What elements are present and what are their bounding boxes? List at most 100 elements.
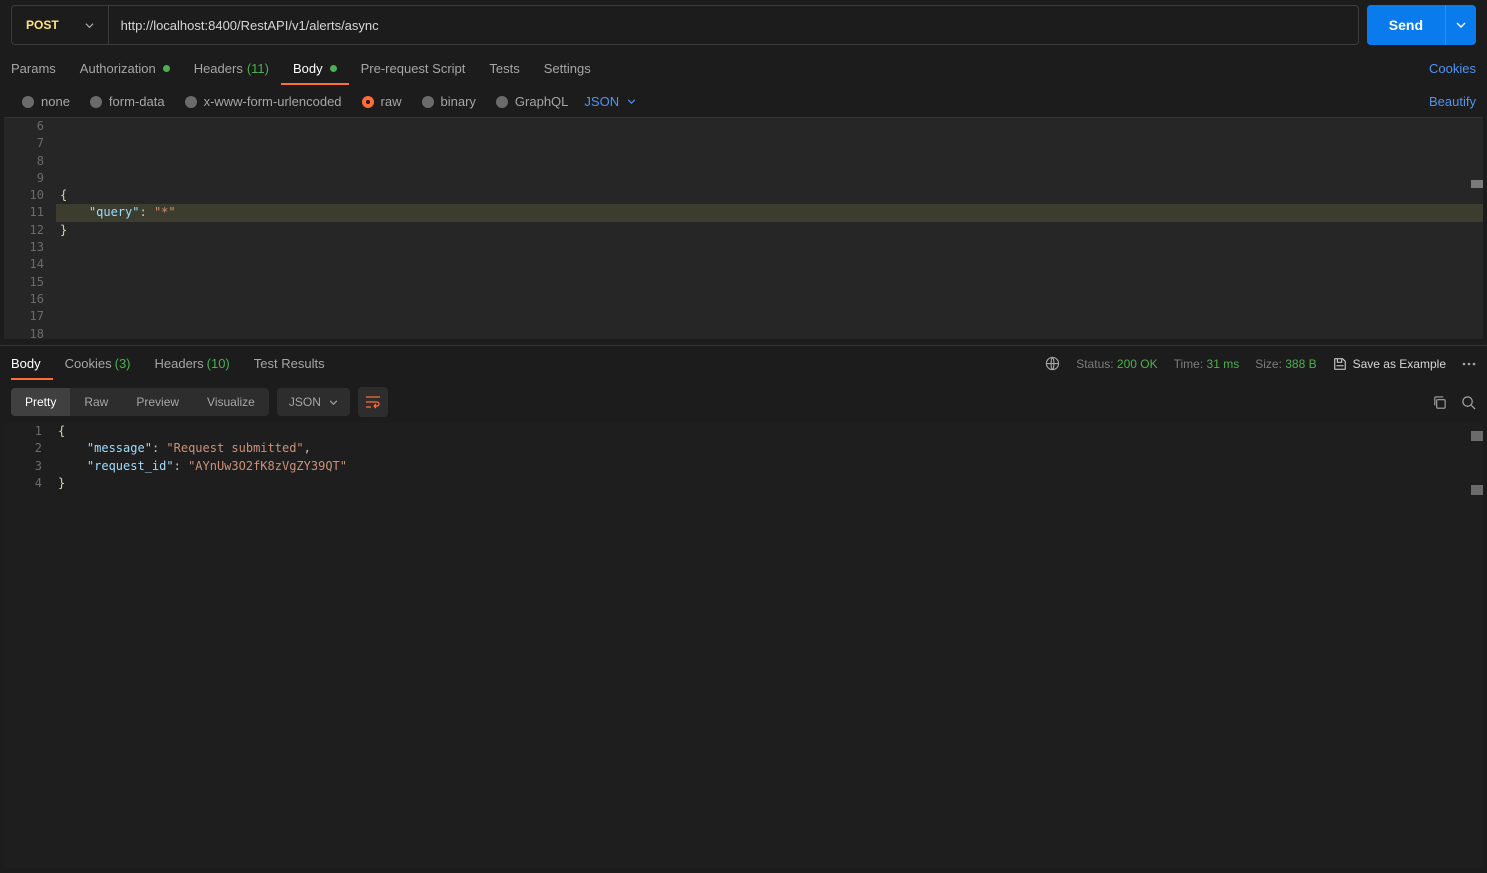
radio-icon [185,96,197,108]
response-format-select[interactable]: JSON [277,388,350,416]
code-punct: : [152,441,166,455]
send-button-group: Send [1367,5,1476,45]
code-indent [58,441,87,455]
response-format-label: JSON [289,395,321,409]
save-example-label: Save as Example [1353,357,1446,371]
code-brace: } [58,476,65,490]
code-area[interactable]: { "message": "Request submitted", "reque… [54,423,1483,868]
tab-headers[interactable]: Headers (11) [182,52,281,85]
url-input[interactable] [109,6,1358,44]
body-type-binary[interactable]: binary [422,94,476,109]
view-pretty[interactable]: Pretty [11,388,70,416]
chevron-down-icon [627,99,636,104]
chevron-down-icon [85,21,94,30]
view-visualize[interactable]: Visualize [193,388,269,416]
line-number: 4 [4,475,42,492]
send-options-button[interactable] [1445,5,1476,45]
copy-icon [1432,395,1447,410]
line-number: 17 [4,308,44,325]
http-method-label: POST [26,18,59,32]
resp-tab-headers-label: Headers [155,356,204,371]
resp-tab-cookies-label: Cookies [65,356,112,371]
body-type-formdata[interactable]: form-data [90,94,165,109]
line-number: 7 [4,135,44,152]
body-format-select[interactable]: JSON [584,94,636,109]
resp-tab-headers-count: (10) [207,356,230,371]
code-brace: { [60,188,67,202]
beautify-button[interactable]: Beautify [1429,94,1476,109]
more-options-button[interactable] [1462,362,1476,366]
status-value: 200 OK [1117,357,1158,371]
http-method-select[interactable]: POST [12,6,109,44]
tab-params[interactable]: Params [11,52,68,85]
tab-body[interactable]: Body [281,52,349,85]
view-raw[interactable]: Raw [70,388,122,416]
tab-body-label: Body [293,61,323,76]
body-type-xwww[interactable]: x-www-form-urlencoded [185,94,342,109]
chevron-down-icon [1456,22,1466,28]
code-indent [60,205,89,219]
line-gutter: 1 2 3 4 [4,423,54,868]
code-key: "message" [87,441,152,455]
response-body-editor[interactable]: 1 2 3 4 { "message": "Request submitted"… [4,423,1483,868]
tab-tests[interactable]: Tests [477,52,531,85]
view-preview[interactable]: Preview [122,388,193,416]
body-type-none-label: none [41,94,70,109]
line-number: 15 [4,274,44,291]
dots-icon [1462,362,1476,366]
line-number: 8 [4,153,44,170]
code-punct: , [304,441,311,455]
status-label: Status: [1076,357,1113,371]
tab-authorization[interactable]: Authorization [68,52,182,85]
cookies-link[interactable]: Cookies [1429,61,1476,76]
time-value: 31 ms [1207,357,1240,371]
chevron-down-icon [329,400,338,405]
line-number: 1 [4,423,42,440]
body-type-formdata-label: form-data [109,94,165,109]
resp-tab-testresults[interactable]: Test Results [242,347,337,380]
code-area[interactable]: { "query": "*" } [56,118,1483,339]
request-body-editor[interactable]: 6 7 8 9 10 11 12 13 14 15 16 17 18 { "qu… [4,117,1483,339]
send-button[interactable]: Send [1367,5,1445,45]
line-number: 3 [4,458,42,475]
body-type-graphql[interactable]: GraphQL [496,94,568,109]
line-number: 13 [4,239,44,256]
search-response-button[interactable] [1461,395,1476,410]
network-icon[interactable] [1045,356,1060,371]
time-label: Time: [1174,357,1204,371]
radio-icon [422,96,434,108]
line-number: 18 [4,326,44,343]
radio-icon [90,96,102,108]
wrap-icon [365,395,381,409]
line-number: 12 [4,222,44,239]
body-type-graphql-label: GraphQL [515,94,568,109]
size-value: 388 B [1285,357,1316,371]
view-mode-segment: Pretty Raw Preview Visualize [11,388,269,416]
response-meta: Status: 200 OK Time: 31 ms Size: 388 B S… [1045,356,1476,371]
code-indent [58,459,87,473]
body-type-raw[interactable]: raw [362,94,402,109]
request-tabs: Params Authorization Headers (11) Body P… [0,50,1487,86]
tab-settings[interactable]: Settings [532,52,603,85]
resp-tab-cookies[interactable]: Cookies (3) [53,347,143,380]
body-type-binary-label: binary [441,94,476,109]
line-number: 14 [4,256,44,273]
tab-prerequest[interactable]: Pre-request Script [349,52,478,85]
line-number: 9 [4,170,44,187]
code-punct: : [174,459,188,473]
code-brace: { [58,424,65,438]
save-example-button[interactable]: Save as Example [1333,357,1446,371]
tab-headers-label: Headers [194,61,243,76]
resp-tab-body[interactable]: Body [11,347,53,380]
copy-button[interactable] [1432,395,1447,410]
size-label: Size: [1255,357,1282,371]
code-brace: } [60,223,67,237]
resp-tab-headers[interactable]: Headers (10) [143,347,242,380]
body-type-none[interactable]: none [22,94,70,109]
tab-headers-count: (11) [247,61,269,76]
request-bar: POST Send [0,0,1487,50]
radio-icon [22,96,34,108]
code-string: "Request submitted" [166,441,303,455]
wrap-lines-button[interactable] [358,387,388,417]
body-type-row: none form-data x-www-form-urlencoded raw… [0,86,1487,117]
